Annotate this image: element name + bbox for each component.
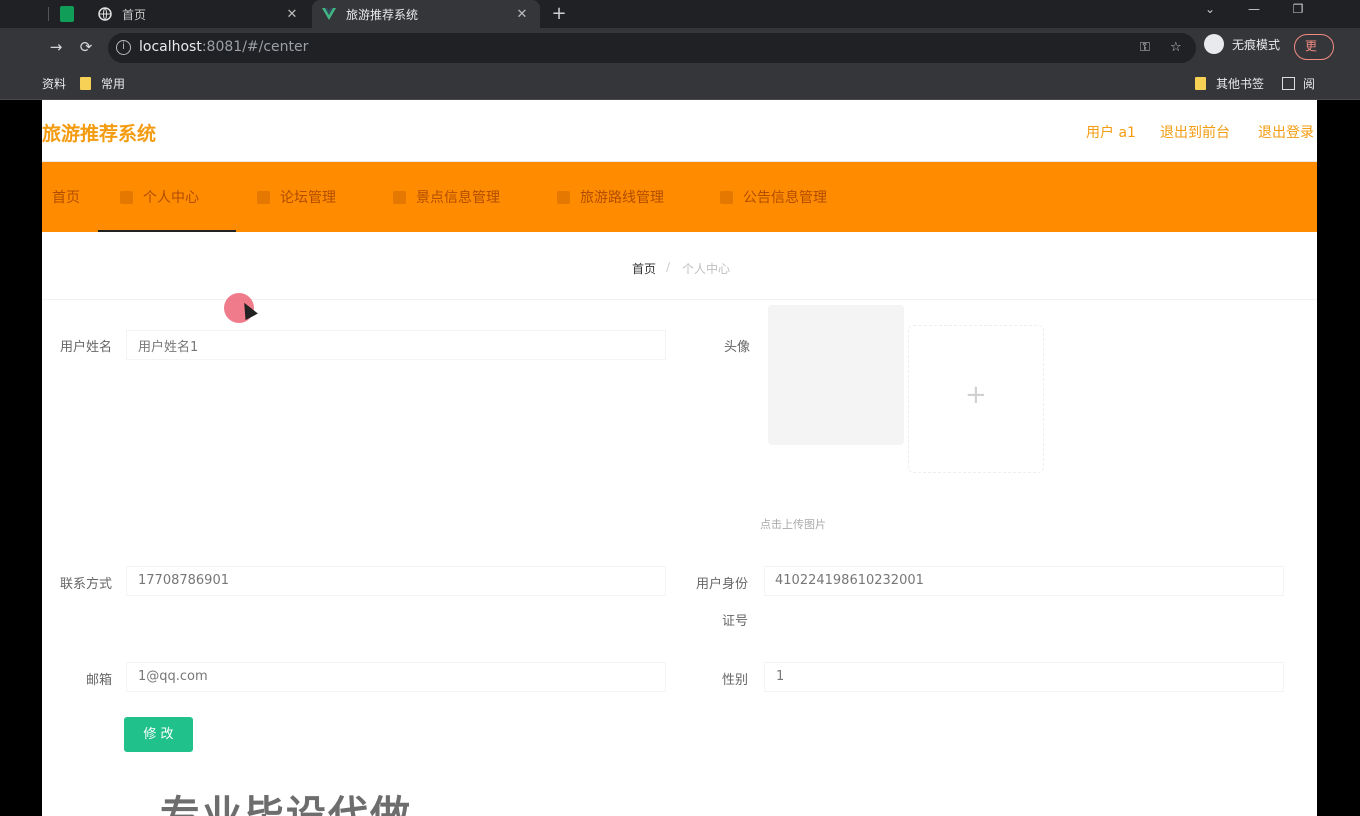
close-icon[interactable]: ✕ (512, 7, 532, 22)
info-icon[interactable]: i (116, 40, 131, 55)
watermark-overlay: 专业毕设代做 (160, 793, 412, 816)
scenic-spot-icon (393, 190, 406, 204)
bookmark-item[interactable]: 资料 (42, 75, 66, 92)
vue-icon (322, 7, 336, 21)
avatar-preview (768, 305, 904, 445)
tab-title: 首页 (122, 7, 147, 22)
restore-window-icon[interactable]: ❐ (1286, 2, 1310, 16)
idcard-label-line2: 证号 (721, 614, 748, 629)
user-icon (120, 190, 133, 204)
announcement-icon (720, 190, 733, 204)
globe-icon (98, 7, 112, 21)
breadcrumb: 首页 / 个人中心 (42, 232, 1317, 300)
nav-item-personal-center[interactable]: 个人中心 (98, 162, 236, 232)
bookmark-folder-other[interactable]: 其他书签 (1195, 75, 1264, 92)
avatar-label: 头像 (723, 340, 750, 355)
breadcrumb-separator: / (666, 260, 671, 274)
email-value: 1@qq.com (138, 669, 208, 684)
chevron-down-icon[interactable]: ⌄ (1198, 2, 1222, 16)
bookmarks-bar: 资料 常用 其他书签 阅 (0, 68, 1360, 100)
phone-label: 联系方式 (59, 577, 112, 592)
forward-arrow-icon[interactable]: → (46, 38, 66, 56)
reload-icon[interactable]: ⟳ (76, 38, 96, 56)
tab-title: 旅游推荐系统 (346, 7, 419, 22)
nav-item-routes[interactable]: 旅游路线管理 (557, 162, 664, 232)
browser-tab-home[interactable]: 首页 ✕ (88, 0, 310, 28)
screen: 首页 ✕ 旅游推荐系统 ✕ + ⌄ — ❐ → ⟳ i localhost:80… (0, 0, 1360, 816)
main-nav: 首页 个人中心 论坛管理 景点信息管理 旅游路线管理 公告信息管理 (42, 162, 1317, 232)
username-field[interactable] (126, 330, 666, 360)
save-button[interactable]: 修 改 (124, 717, 193, 752)
username-label: 用户姓名 (59, 340, 112, 355)
browser-tabstrip: 首页 ✕ 旅游推荐系统 ✕ + ⌄ — ❐ (0, 0, 1360, 28)
plus-icon[interactable]: + (965, 380, 987, 410)
key-icon[interactable]: ⚿ (1140, 40, 1150, 55)
update-button[interactable]: 更 (1294, 34, 1334, 60)
nav-item-forum[interactable]: 论坛管理 (257, 162, 336, 232)
email-label: 邮箱 (85, 673, 112, 688)
browser-tab-travel[interactable]: 旅游推荐系统 ✕ (312, 0, 540, 28)
incognito-label: 无痕模式 (1232, 37, 1281, 52)
browser-toolbar: → ⟳ i localhost:8081/#/center ⚿ ☆ 无痕模式 更 (0, 28, 1360, 68)
breadcrumb-home[interactable]: 首页 (632, 260, 656, 277)
site-header: 旅游推荐系统 用户 a1 退出到前台 退出登录 (42, 100, 1317, 162)
gender-label: 性别 (721, 673, 748, 688)
idcard-value: 410224198610232001 (775, 573, 924, 588)
nav-item-home[interactable]: 首页 (52, 162, 80, 232)
route-icon (557, 190, 570, 204)
incognito-indicator[interactable]: 无痕模式 (1204, 32, 1280, 56)
pinned-sheets-tab-icon[interactable] (60, 6, 74, 22)
web-page: 旅游推荐系统 用户 a1 退出到前台 退出登录 首页 个人中心 论坛管理 景点信… (42, 100, 1317, 816)
tab-divider (48, 7, 49, 21)
breadcrumb-current: 个人中心 (682, 262, 731, 276)
address-bar[interactable]: i localhost:8081/#/center ⚿ ☆ (108, 33, 1196, 63)
bookmark-folder[interactable]: 常用 (80, 75, 125, 92)
star-icon[interactable]: ☆ (1170, 40, 1182, 55)
forum-icon (257, 190, 270, 204)
reading-list[interactable]: 阅 (1282, 75, 1315, 92)
incognito-icon (1204, 34, 1224, 54)
folder-icon (80, 77, 91, 90)
upload-tip: 点击上传图片 (760, 518, 826, 531)
gender-value: 1 (776, 669, 785, 684)
current-user-link[interactable]: 用户 a1 (1086, 122, 1136, 142)
address-url: localhost:8081/#/center (139, 39, 309, 55)
reading-list-icon (1282, 77, 1295, 90)
username-value: 用户姓名1 (138, 340, 199, 355)
gender-select[interactable] (764, 662, 1284, 692)
site-title: 旅游推荐系统 (42, 123, 157, 145)
nav-item-scenic-spots[interactable]: 景点信息管理 (393, 162, 500, 232)
idcard-label-line1: 用户身份 (695, 577, 748, 592)
phone-value: 17708786901 (138, 573, 229, 588)
folder-icon (1195, 77, 1206, 90)
new-tab-plus-icon[interactable]: + (548, 3, 570, 25)
close-icon[interactable]: ✕ (282, 7, 302, 22)
minimize-icon[interactable]: — (1242, 2, 1266, 16)
exit-to-frontend-link[interactable]: 退出到前台 (1160, 122, 1230, 142)
logout-link[interactable]: 退出登录 (1258, 122, 1314, 142)
nav-item-announcements[interactable]: 公告信息管理 (720, 162, 827, 232)
